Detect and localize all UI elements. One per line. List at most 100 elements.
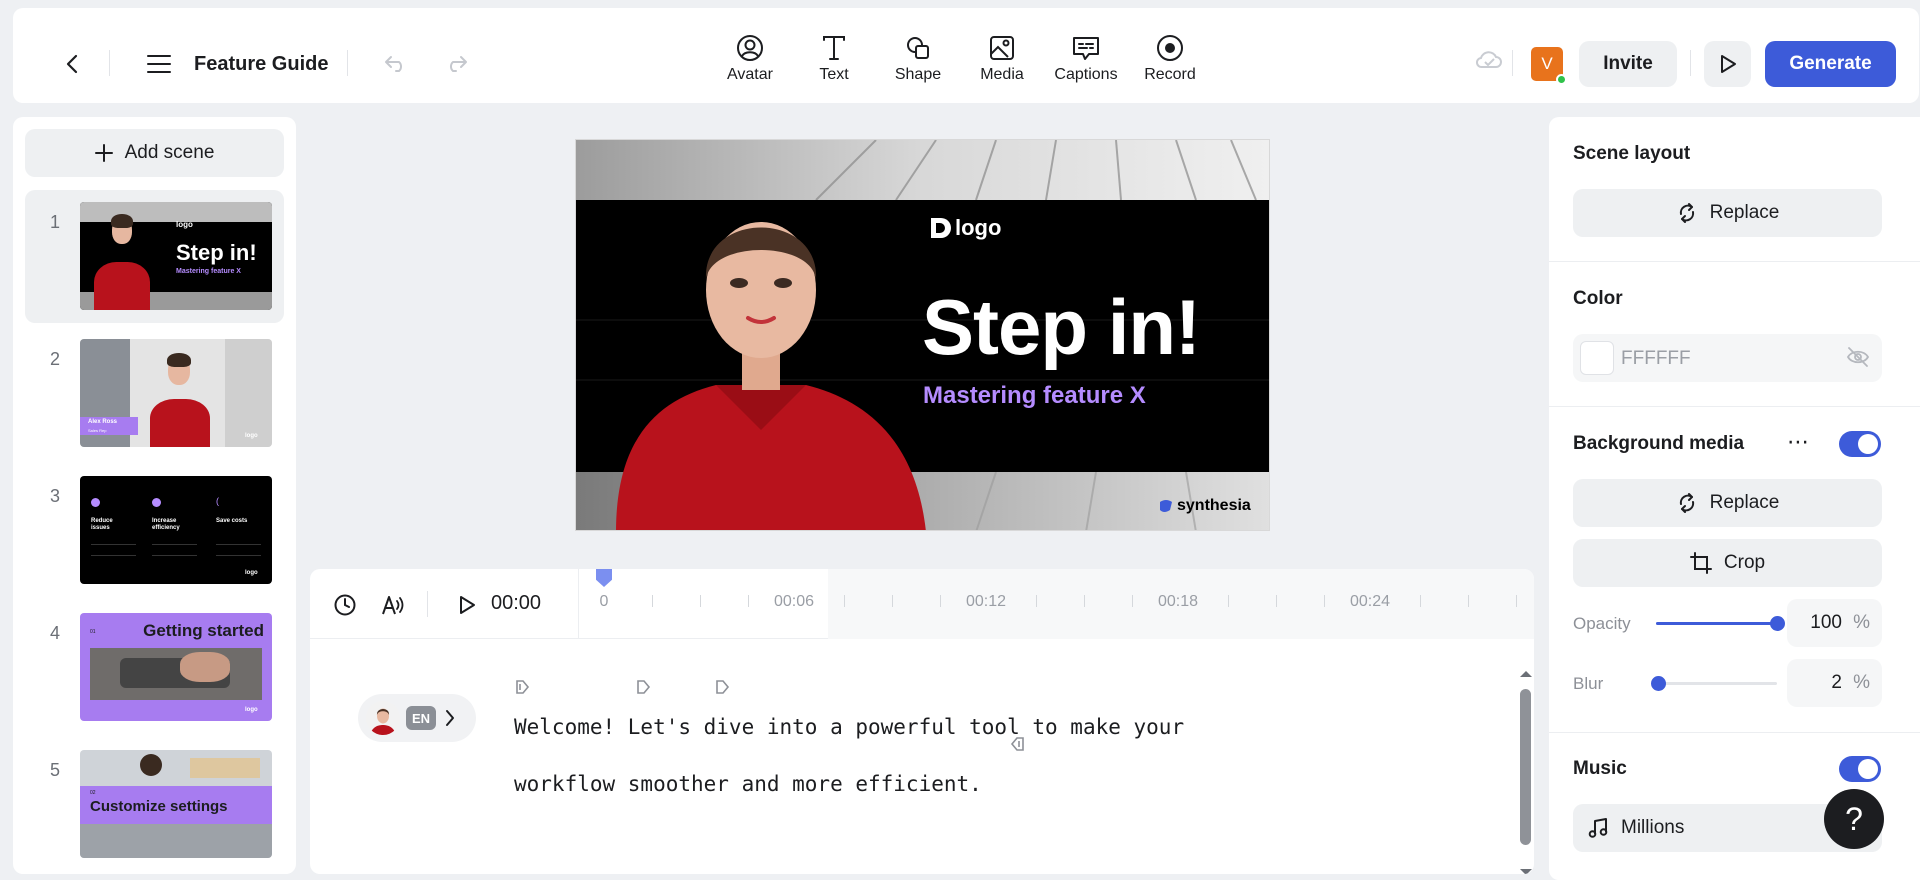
music-toggle[interactable] <box>1839 756 1881 782</box>
scene-layout-title: Scene layout <box>1573 143 1691 164</box>
marker-icon[interactable] <box>515 679 531 700</box>
scene-item[interactable]: 3 ( Reduce issues Increase efficiency Sa… <box>25 464 284 597</box>
opacity-value[interactable]: 100 <box>1810 612 1842 634</box>
scroll-down-icon <box>1520 869 1532 874</box>
media-icon <box>990 36 1014 60</box>
tool-media[interactable]: Media <box>962 26 1042 96</box>
replace-background-button[interactable]: Replace <box>1573 479 1882 527</box>
tick <box>1084 595 1085 607</box>
tick <box>940 595 941 607</box>
scene-number: 3 <box>50 486 61 506</box>
synthesia-logo-icon <box>1160 500 1172 512</box>
redo-button[interactable] <box>436 44 476 84</box>
tool-label: Avatar <box>727 66 773 83</box>
tool-label: Shape <box>894 66 942 83</box>
thumbnail-title: Customize settings <box>90 798 228 815</box>
avatar-voice-selector[interactable]: EN <box>358 694 476 742</box>
back-button[interactable] <box>53 44 93 84</box>
tool-avatar[interactable]: Avatar <box>710 26 790 96</box>
replace-layout-button[interactable]: Replace <box>1573 189 1882 237</box>
marker-icon[interactable] <box>636 679 652 700</box>
script-text[interactable]: Welcome! Let's dive into a powerful tool… <box>514 699 1274 813</box>
blur-input[interactable]: 2 % <box>1787 659 1882 707</box>
playhead-handle[interactable] <box>596 569 612 587</box>
captions-icon <box>1073 37 1099 60</box>
refresh-icon <box>1679 203 1694 223</box>
script-line[interactable]: Welcome! Let's dive into a powerful tool… <box>514 699 1274 756</box>
tick <box>1228 595 1229 607</box>
button-label: Replace <box>1709 202 1780 223</box>
scene-item[interactable]: 2 Alex Ross Sales Rep logo <box>25 327 284 460</box>
canvas-logo[interactable]: logo <box>929 215 1001 241</box>
project-title[interactable]: Feature Guide <box>194 53 328 76</box>
divider <box>109 50 110 76</box>
record-icon <box>1157 35 1183 61</box>
user-avatar[interactable]: V <box>1531 47 1567 85</box>
canvas-subheadline[interactable]: Mastering feature X <box>923 382 1146 410</box>
more-options-icon[interactable]: ⋯ <box>1787 429 1810 455</box>
opacity-input[interactable]: 100 % <box>1787 599 1882 647</box>
synthesia-watermark: synthesia <box>1158 497 1251 515</box>
history-button[interactable] <box>331 591 359 619</box>
blur-slider[interactable] <box>1651 676 1777 691</box>
scene-thumbnail: 01 Getting started logo <box>80 613 272 721</box>
scene-canvas[interactable]: logo Step in! Mastering feature X synthe… <box>575 139 1270 531</box>
thumbnail-column: Increase efficiency <box>152 518 180 531</box>
color-field[interactable]: FFFFFF <box>1573 334 1882 382</box>
chevron-right-icon <box>444 708 456 733</box>
canvas-headline[interactable]: Step in! <box>922 282 1201 373</box>
tool-record[interactable]: Record <box>1130 26 1210 96</box>
menu-button[interactable] <box>139 44 179 84</box>
opacity-slider[interactable] <box>1656 616 1785 631</box>
tick <box>652 595 653 607</box>
tool-captions[interactable]: Captions <box>1046 26 1126 96</box>
preview-play-button[interactable] <box>1704 41 1751 87</box>
tool-text[interactable]: Text <box>794 26 874 96</box>
blur-value[interactable]: 2 <box>1831 672 1842 694</box>
script-scrollbar[interactable] <box>1517 669 1532 874</box>
generate-button[interactable]: Generate <box>1765 41 1896 87</box>
scene-item[interactable]: 4 01 Getting started logo <box>25 601 284 734</box>
eye-off-icon[interactable] <box>1846 346 1870 373</box>
opacity-slider-fill <box>1656 622 1777 625</box>
play-timeline-button[interactable] <box>453 591 481 619</box>
script-line[interactable]: workflow smoother and more efficient. <box>514 756 1274 813</box>
thumbnail-column: Save costs <box>216 518 248 524</box>
scene-list-panel: Add scene 1 logo Step in! Mastering feat… <box>13 117 296 874</box>
divider <box>1549 732 1920 733</box>
tool-label: Media <box>980 66 1024 83</box>
marker-icon[interactable] <box>715 679 731 700</box>
clock-icon <box>334 594 356 616</box>
crop-button[interactable]: Crop <box>1573 539 1882 587</box>
background-media-toggle[interactable] <box>1839 431 1881 457</box>
divider <box>1512 50 1513 76</box>
music-track-name: Millions <box>1621 817 1685 838</box>
properties-panel: Scene layout Replace Color FFFFFF Backgr… <box>1549 117 1920 880</box>
music-title: Music <box>1573 758 1627 779</box>
undo-button[interactable] <box>376 44 416 84</box>
thumbnail-column: Reduce issues <box>91 518 113 531</box>
chevron-left-icon <box>66 54 78 74</box>
opacity-slider-handle[interactable] <box>1770 616 1785 631</box>
color-hex-value[interactable]: FFFFFF <box>1621 348 1691 370</box>
scene-item[interactable]: 5 02 Customize settings <box>25 738 284 871</box>
color-swatch[interactable] <box>1580 341 1614 375</box>
tool-shape[interactable]: Shape <box>878 26 958 96</box>
thumbnail-logo: logo <box>245 570 258 576</box>
blur-slider-handle[interactable] <box>1651 676 1667 691</box>
scrollbar-thumb[interactable] <box>1520 689 1531 845</box>
voice-settings-button[interactable] <box>379 591 407 619</box>
tool-label: Text <box>819 66 849 83</box>
divider <box>427 591 428 617</box>
help-button[interactable]: ? <box>1824 789 1884 849</box>
tick-label: 00:18 <box>1157 593 1199 610</box>
language-badge: EN <box>406 706 436 730</box>
tick <box>1132 595 1133 607</box>
online-status-dot <box>1556 74 1567 85</box>
hamburger-icon <box>147 55 171 73</box>
invite-button[interactable]: Invite <box>1579 41 1677 87</box>
undo-icon <box>385 56 402 72</box>
timeline-ruler[interactable]: 0 00:06 00:12 00:18 00:24 <box>578 569 1534 639</box>
scene-item[interactable]: 1 logo Step in! Mastering feature X <box>25 190 284 323</box>
add-scene-button[interactable]: Add scene <box>25 129 284 177</box>
